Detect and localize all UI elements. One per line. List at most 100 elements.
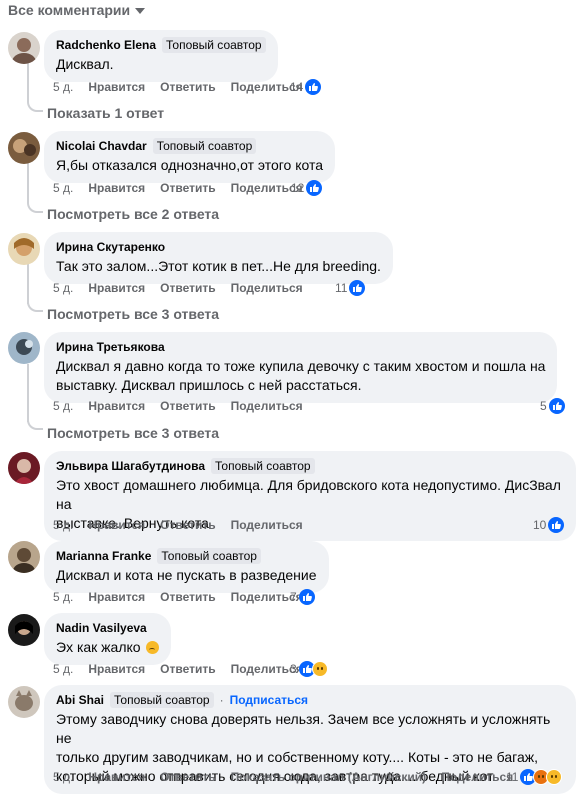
- reply-button[interactable]: Ответить: [160, 181, 215, 195]
- comment-author[interactable]: Nicolai Chavdar: [56, 138, 147, 154]
- thread-elbow: [27, 300, 43, 312]
- reply-button[interactable]: Ответить: [160, 518, 215, 532]
- like-button[interactable]: Нравится: [88, 590, 145, 604]
- share-button[interactable]: Поделиться: [441, 770, 513, 784]
- comment-bubble: Ирина Скутаренко Так это залом...Этот ко…: [44, 232, 393, 284]
- comment-bubble: Nadin Vasilyeva Эх как жалко: [44, 613, 172, 665]
- comment-text-line: выставку. Дисквал пришлось с ней расстат…: [56, 377, 362, 393]
- reply-button[interactable]: Ответить: [160, 662, 215, 676]
- reaction-summary[interactable]: 5: [540, 398, 565, 414]
- like-reaction-icon: [306, 180, 323, 196]
- reply-button[interactable]: Ответить: [160, 770, 215, 784]
- like-reaction-icon: [298, 589, 315, 605]
- reaction-summary[interactable]: 11: [335, 280, 366, 296]
- comment-actions: 5 д. Нравится Ответить Поделиться: [53, 80, 318, 94]
- comment-author[interactable]: Radchenko Elena: [56, 37, 156, 53]
- see-original-button[interactable]: Показать оригинал (Английский): [231, 770, 427, 784]
- thread-line: [27, 62, 29, 102]
- share-button[interactable]: Поделиться: [231, 518, 303, 532]
- avatar[interactable]: [8, 132, 40, 164]
- show-replies-link[interactable]: Посмотреть все 3 ответа: [47, 306, 219, 322]
- comment-text-content: Эх как жалко: [56, 639, 141, 655]
- comment-actions: 5 д. Нравится Ответить Поделиться: [53, 518, 318, 532]
- reaction-summary[interactable]: 12: [291, 180, 323, 196]
- top-contributor-badge: Топовый соавтор: [162, 37, 266, 53]
- comment-actions: 5 д. Нравится Ответить Поделиться: [53, 399, 318, 413]
- comment-author[interactable]: Ирина Третьякова: [56, 339, 165, 355]
- comment-text-line: только другим заводчикам, но и собственн…: [56, 749, 539, 765]
- subscribe-button[interactable]: Подписаться: [230, 692, 308, 708]
- reaction-count: 7: [290, 590, 297, 604]
- top-contributor-badge: Топовый соавтор: [211, 458, 315, 474]
- sad-face-emoji-icon: [146, 641, 160, 654]
- reply-button[interactable]: Ответить: [160, 80, 215, 94]
- comment-actions: 5 д. Нравится Ответить Показать оригинал…: [53, 770, 528, 784]
- reaction-summary[interactable]: 11: [506, 769, 563, 785]
- show-replies-link[interactable]: Показать 1 ответ: [47, 105, 164, 121]
- reaction-summary[interactable]: 10: [533, 517, 565, 533]
- comment-author[interactable]: Ирина Скутаренко: [56, 239, 165, 255]
- comment-text-line: Это хвост домашнего любимца. Для бридовс…: [56, 477, 561, 512]
- reaction-summary[interactable]: 7: [290, 589, 315, 605]
- avatar[interactable]: [8, 332, 40, 364]
- reaction-summary[interactable]: 3: [290, 661, 328, 677]
- comment-actions: 5 д. Нравится Ответить Поделиться: [53, 181, 318, 195]
- comment-author[interactable]: Marianna Franke: [56, 548, 151, 564]
- avatar[interactable]: [8, 233, 40, 265]
- comment-bubble: Radchenko Elena Топовый соавтор Дисквал.: [44, 30, 278, 82]
- comment-bubble: Marianna Franke Топовый соавтор Дисквал …: [44, 541, 329, 593]
- share-button[interactable]: Поделиться: [231, 281, 303, 295]
- comment-actions: 5 д. Нравится Ответить Поделиться: [53, 590, 318, 604]
- comment-time[interactable]: 5 д.: [53, 399, 73, 413]
- like-reaction-icon: [548, 398, 565, 414]
- comment-bubble: Nicolai Chavdar Топовый соавтор Я,бы отк…: [44, 131, 336, 183]
- sad-reaction-icon: [311, 661, 328, 677]
- avatar[interactable]: [8, 614, 40, 646]
- avatar[interactable]: [8, 686, 40, 718]
- avatar[interactable]: [8, 32, 40, 64]
- reaction-summary[interactable]: 14: [290, 79, 322, 95]
- like-button[interactable]: Нравится: [88, 662, 145, 676]
- comment-text-line: Этому заводчику снова доверять нельзя. З…: [56, 711, 551, 746]
- comment-time[interactable]: 5 д.: [53, 181, 73, 195]
- comment-time[interactable]: 5 д.: [53, 80, 73, 94]
- avatar[interactable]: [8, 452, 40, 484]
- like-button[interactable]: Нравится: [88, 181, 145, 195]
- like-button[interactable]: Нравится: [88, 281, 145, 295]
- like-reaction-icon: [548, 517, 565, 533]
- show-replies-link[interactable]: Посмотреть все 3 ответа: [47, 425, 219, 441]
- comment-time[interactable]: 5 д.: [53, 281, 73, 295]
- comment-time[interactable]: 5 д.: [53, 662, 73, 676]
- like-reaction-icon: [305, 79, 322, 95]
- like-button[interactable]: Нравится: [88, 80, 145, 94]
- comment-text: Дисквал я давно когда то тоже купила дев…: [56, 357, 545, 395]
- thread-elbow: [27, 201, 43, 213]
- reaction-count: 11: [335, 281, 348, 295]
- comment-text-line: Дисквал я давно когда то тоже купила дев…: [56, 358, 546, 374]
- reply-button[interactable]: Ответить: [160, 399, 215, 413]
- top-contributor-badge: Топовый соавтор: [110, 692, 214, 708]
- comment-author[interactable]: Abi Shai: [56, 692, 104, 708]
- like-button[interactable]: Нравится: [88, 399, 145, 413]
- sad-reaction-icon: [546, 769, 563, 785]
- like-button[interactable]: Нравится: [88, 518, 145, 532]
- thread-line: [27, 364, 29, 422]
- comment-time[interactable]: 5 д.: [53, 770, 73, 784]
- like-reaction-icon: [349, 280, 366, 296]
- reaction-count: 5: [540, 399, 547, 413]
- comment-time[interactable]: 5 д.: [53, 518, 73, 532]
- avatar[interactable]: [8, 541, 40, 573]
- comment-author[interactable]: Эльвира Шагабутдинова: [56, 458, 205, 474]
- comment-filter-dropdown[interactable]: Все комментарии: [8, 2, 146, 18]
- share-button[interactable]: Поделиться: [231, 399, 303, 413]
- like-button[interactable]: Нравится: [88, 770, 145, 784]
- thread-line: [27, 163, 29, 203]
- reply-button[interactable]: Ответить: [160, 590, 215, 604]
- show-replies-link[interactable]: Посмотреть все 2 ответа: [47, 206, 219, 222]
- comment-text: Эх как жалко: [56, 638, 160, 657]
- comment-author[interactable]: Nadin Vasilyeva: [56, 620, 147, 636]
- reply-button[interactable]: Ответить: [160, 281, 215, 295]
- reaction-count: 11: [506, 770, 519, 784]
- comment-time[interactable]: 5 д.: [53, 590, 73, 604]
- thread-elbow: [27, 100, 43, 112]
